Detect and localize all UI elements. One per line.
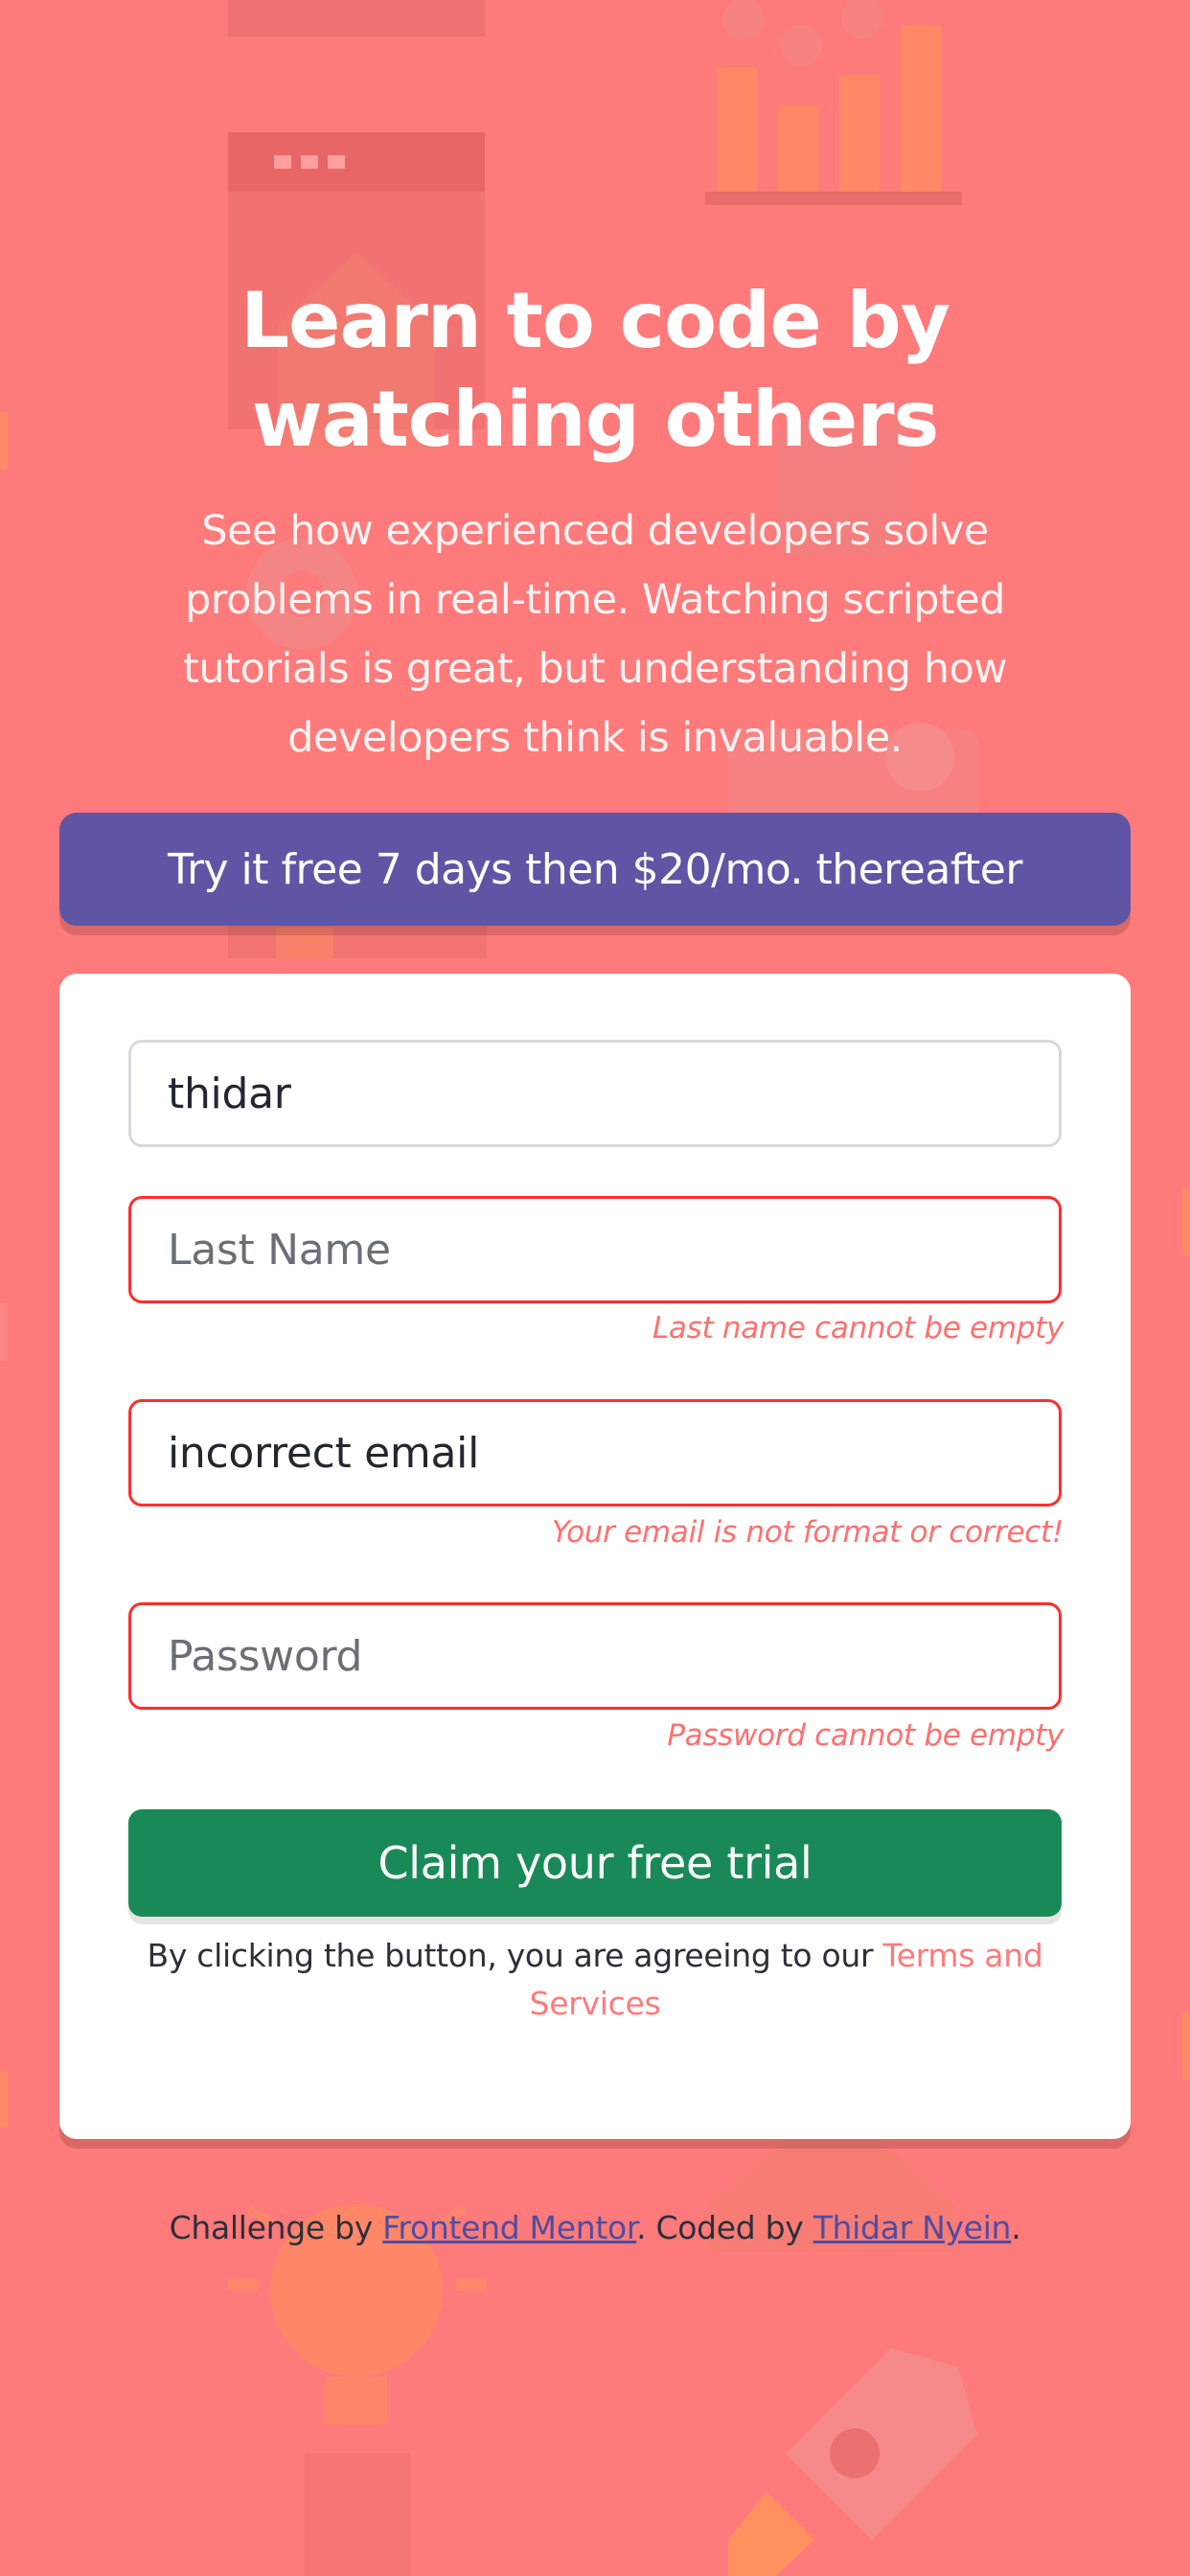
last-name-placeholder: Last Name xyxy=(168,1225,391,1275)
terms-notice: By clicking the button, you are agreeing… xyxy=(128,1932,1062,2028)
attribution-suffix: . xyxy=(1011,2209,1021,2246)
trial-offer-banner: Try it free 7 days then $20/mo. thereaft… xyxy=(59,813,1131,926)
last-name-error: Last name cannot be empty xyxy=(652,1311,1064,1346)
claim-trial-label: Claim your free trial xyxy=(378,1837,812,1889)
author-link[interactable]: Thidar Nyein xyxy=(813,2209,1012,2246)
last-name-input[interactable]: Last Name xyxy=(128,1196,1062,1303)
attribution-middle: . Coded by xyxy=(636,2209,813,2246)
password-input[interactable]: Password xyxy=(128,1602,1062,1710)
email-error: Your email is not format or correct! xyxy=(551,1515,1064,1550)
first-name-input[interactable]: thidar xyxy=(128,1040,1062,1147)
first-name-value: thidar xyxy=(168,1069,291,1118)
hero-title-line-2: watching others xyxy=(251,375,939,464)
signup-form-card: thidar Last Name Last name cannot be emp… xyxy=(59,974,1131,2139)
trial-offer-text: Try it free 7 days then $20/mo. thereaft… xyxy=(168,844,1022,894)
claim-trial-button[interactable]: Claim your free trial xyxy=(128,1809,1062,1917)
attribution-prefix: Challenge by xyxy=(169,2209,383,2246)
attribution-footer: Challenge by Frontend Mentor. Coded by T… xyxy=(0,2209,1190,2246)
hero-title-line-1: Learn to code by xyxy=(240,276,950,365)
password-error: Password cannot be empty xyxy=(667,1718,1064,1753)
frontend-mentor-link[interactable]: Frontend Mentor xyxy=(382,2209,636,2246)
terms-prefix: By clicking the button, you are agreeing… xyxy=(147,1937,883,1974)
email-value: incorrect email xyxy=(168,1428,480,1478)
email-input[interactable]: incorrect email xyxy=(128,1399,1062,1506)
hero-description: See how experienced developers solve pro… xyxy=(183,507,1007,762)
hero-title: Learn to code by watching others xyxy=(0,271,1190,469)
password-placeholder: Password xyxy=(168,1631,363,1681)
